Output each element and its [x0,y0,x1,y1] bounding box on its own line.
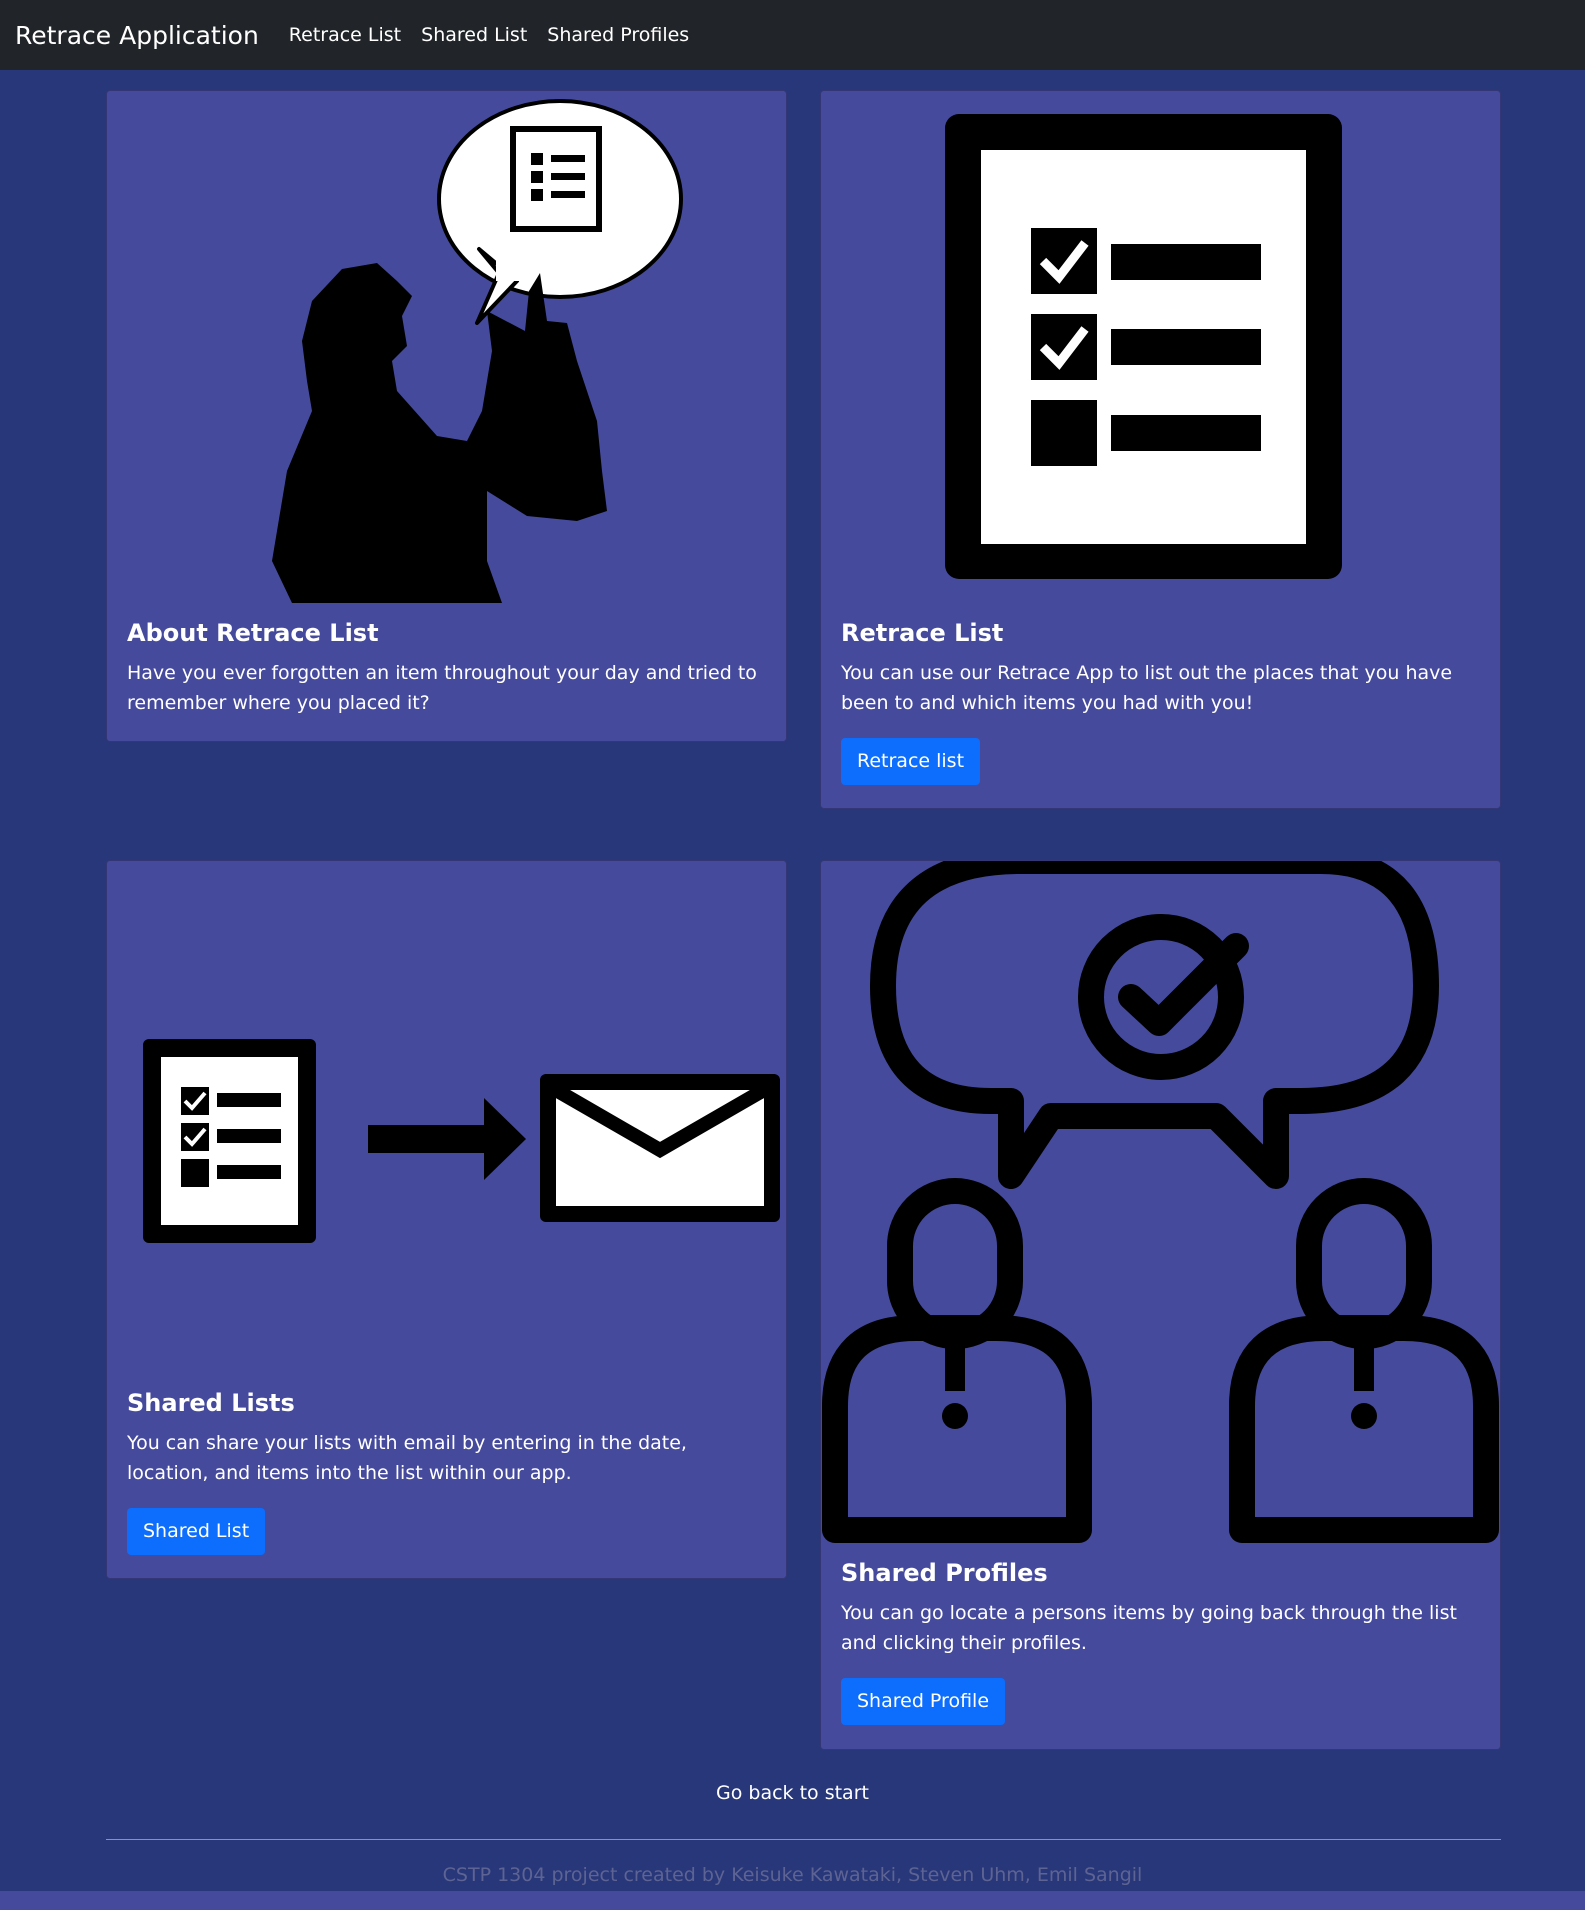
card-shared-lists: Shared Lists You can share your lists wi… [106,860,787,1579]
checklist-clipboard-icon [945,114,1342,579]
card-text: You can use our Retrace App to list out … [841,662,1453,714]
two-people-chat-icon [822,861,1499,1543]
shared-profile-button[interactable]: Shared Profile [841,1678,1006,1725]
nav-link-shared-profiles[interactable]: Shared Profiles [547,24,689,46]
card-title: Retrace List [841,619,1004,647]
navbar-brand[interactable]: Retrace Application [15,21,259,50]
nav-link-retrace-list[interactable]: Retrace List [289,24,401,46]
nav-link-shared-list[interactable]: Shared List [421,24,527,46]
card-title: Shared Profiles [841,1559,1048,1587]
go-back-link[interactable]: Go back to start [0,1782,1585,1804]
person-thinking-checklist-icon [272,99,683,603]
card-about-retrace-list: About Retrace List Have you ever forgott… [106,90,787,742]
navbar: Retrace Application Retrace List Shared … [0,0,1585,70]
divider [106,1839,1501,1840]
retrace-list-button[interactable]: Retrace list [841,738,981,785]
shared-list-button[interactable]: Shared List [127,1508,266,1555]
checklist-to-email-icon [143,1039,780,1243]
card-title: Shared Lists [127,1389,295,1417]
card-shared-profiles: Shared Profiles You can go locate a pers… [820,860,1501,1750]
bottom-strip [0,1891,1585,1910]
card-text: Have you ever forgotten an item througho… [127,662,757,714]
footer-credits: CSTP 1304 project created by Keisuke Kaw… [442,1864,1143,1886]
card-text: You can go locate a persons items by goi… [841,1602,1457,1654]
card-retrace-list: Retrace List You can use our Retrace App… [820,90,1501,809]
card-title: About Retrace List [127,619,379,647]
go-back-link-label[interactable]: Go back to start [716,1782,869,1804]
card-text: You can share your lists with email by e… [127,1432,687,1484]
